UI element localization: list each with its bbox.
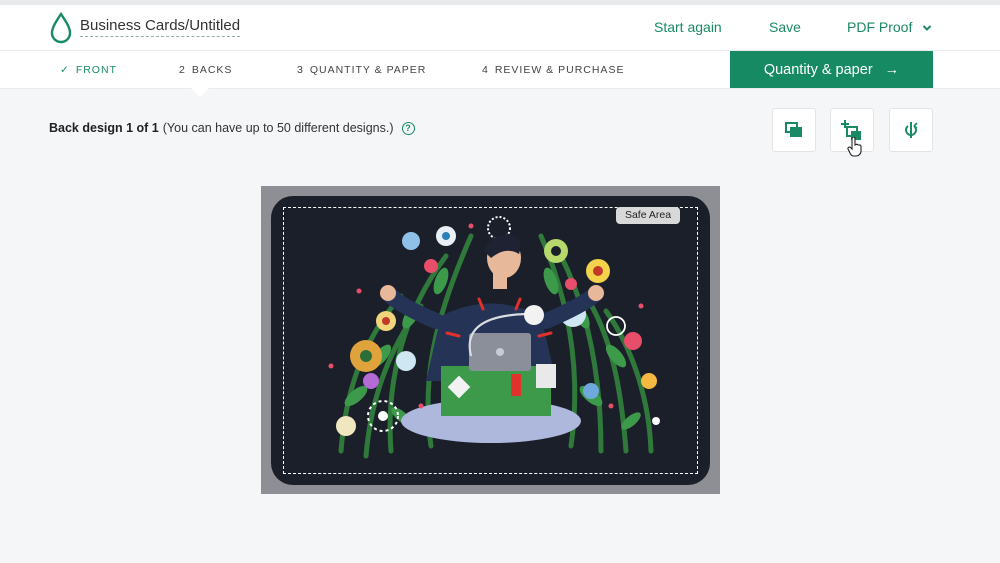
step-quantity-label: QUANTITY & PAPER — [309, 64, 427, 76]
step-nav: ✓ FRONT 2 BACKS 3 QUANTITY & PAPER 4 REVIEW … — [0, 51, 1000, 97]
step-review-purchase[interactable]: 4 REVIEW & PURCHASE — [482, 64, 624, 76]
add-design-button[interactable] — [830, 108, 874, 157]
arrow-right-icon: → — [884, 61, 900, 78]
step-backs-label: BACKS — [191, 64, 233, 76]
safe-area-guide — [283, 207, 698, 474]
pdf-proof-label: PDF Proof — [847, 19, 913, 35]
design-info: Back design 1 of 1 (You can have up to 5… — [49, 121, 415, 135]
start-again-link[interactable]: Start again — [654, 19, 722, 35]
step-quantity-paper[interactable]: 3 QUANTITY & PAPER — [297, 64, 426, 76]
step-review-num: 4 — [482, 64, 489, 76]
active-step-pointer — [191, 88, 209, 97]
step-backs-num: 2 — [179, 64, 186, 76]
duplicate-design-button[interactable] — [772, 108, 816, 152]
step-review-label: REVIEW & PURCHASE — [494, 64, 625, 76]
help-icon[interactable]: ? — [401, 121, 415, 135]
quantity-paper-button[interactable]: Quantity & paper → — [730, 51, 933, 88]
hand-cursor-icon — [847, 137, 862, 157]
drop-logo-icon[interactable] — [50, 12, 72, 44]
duplicate-design-icon — [785, 122, 802, 137]
chevron-down-icon — [923, 25, 932, 32]
step-front[interactable]: ✓ FRONT — [60, 64, 117, 76]
step-backs[interactable]: 2 BACKS — [179, 64, 232, 76]
save-link[interactable]: Save — [769, 19, 801, 35]
header: Business Cards/Untitled Start again Save… — [0, 5, 1000, 51]
flip-button[interactable] — [889, 108, 933, 152]
document-title[interactable]: Business Cards/Untitled — [80, 17, 241, 37]
flip-icon — [905, 122, 918, 138]
step-front-label: FRONT — [75, 64, 117, 76]
pdf-proof-dropdown[interactable]: PDF Proof — [847, 19, 932, 35]
step-quantity-num: 3 — [297, 64, 304, 76]
design-count: Back design 1 of 1 — [49, 121, 159, 135]
step-front-check-icon: ✓ — [60, 64, 70, 76]
design-note: (You can have up to 50 different designs… — [162, 121, 394, 135]
cta-label: Quantity & paper — [763, 61, 873, 78]
safe-area-label: Safe Area — [616, 207, 680, 224]
